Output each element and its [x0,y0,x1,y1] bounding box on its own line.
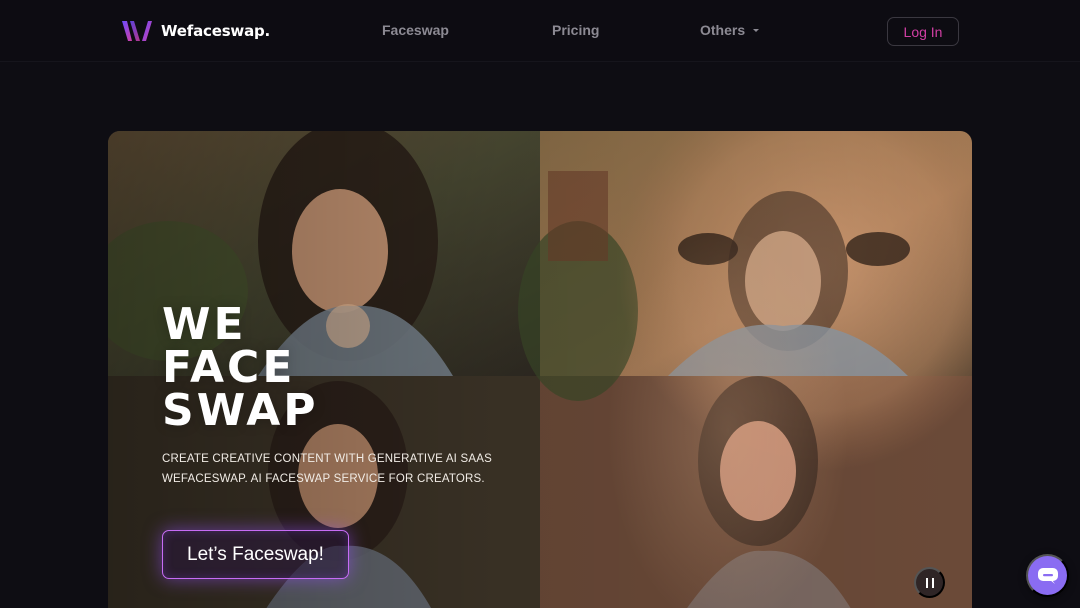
chat-bubble-icon [1037,567,1058,584]
hero-title-line-2: FACE [162,342,296,393]
brand-name: Wefaceswap. [161,22,271,40]
nav-item-faceswap[interactable]: Faceswap [382,22,449,38]
login-button[interactable]: Log In [887,17,959,46]
caret-down-icon [753,29,760,32]
page: Wefaceswap. Faceswap Pricing Others Log … [0,0,1080,608]
video-pause-button[interactable] [914,567,945,598]
brand-logo-link[interactable]: Wefaceswap. [121,18,270,44]
lets-faceswap-button[interactable]: Let’s Faceswap! [162,530,349,579]
logo-mark-icon [122,21,152,41]
hero-title: WE FACE SWAP [162,299,319,436]
nav-item-others-label: Others [700,22,746,38]
nav-item-pricing[interactable]: Pricing [552,22,599,38]
hero-title-line-1: WE [162,299,247,350]
hero-subtitle-line-1: CREATE CREATIVE CONTENT WITH GENERATIVE … [162,453,492,465]
hero-subtitle: CREATE CREATIVE CONTENT WITH GENERATIVE … [162,449,502,489]
hero-title-line-3: SWAP [162,385,319,436]
hero-video-banner: WE FACE SWAP CREATE CREATIVE CONTENT WIT… [108,131,972,608]
top-navbar: Wefaceswap. Faceswap Pricing Others Log … [0,0,1080,62]
pause-icon [925,577,934,588]
nav-item-others[interactable]: Others [700,22,760,38]
hero-subtitle-line-2: WEFACESWAP. AI FACESWAP SERVICE FOR CREA… [162,473,485,485]
chat-widget-button[interactable] [1026,554,1069,597]
